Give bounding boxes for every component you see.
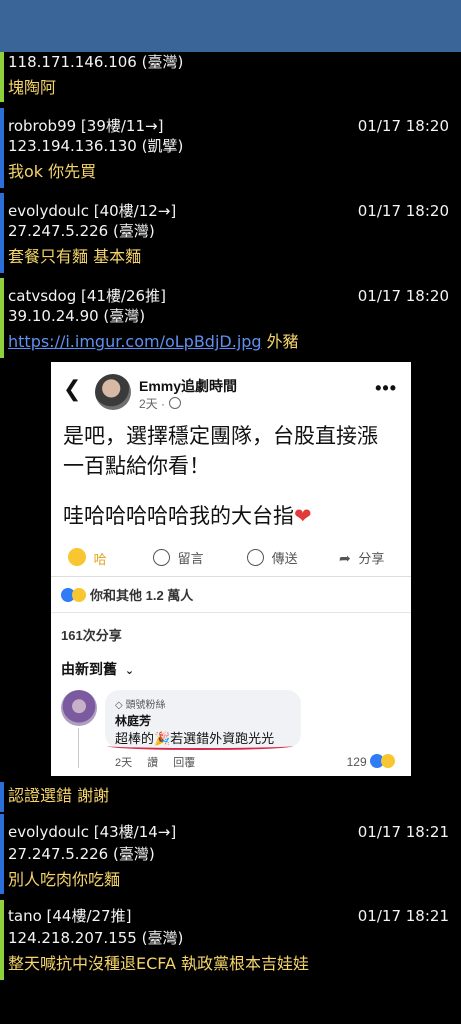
image-link[interactable]: https://i.imgur.com/oLpBdjD.jpg: [8, 332, 262, 351]
divider: [51, 612, 411, 613]
list-item[interactable]: evolydoulc [43樓/14→] 01/17 18:21 27.247.…: [0, 814, 461, 894]
comment-text: 套餐只有麵 基本麵: [8, 247, 142, 266]
comment-text: 認證選錯 謝謝: [8, 786, 110, 805]
top-app-bar: [0, 0, 461, 52]
ip-text: 118.171.146.106 (臺灣): [8, 53, 184, 71]
push-marker: [0, 900, 4, 980]
thread-line: [78, 728, 79, 768]
timestamp: 01/17 18:21: [357, 907, 449, 925]
comment-bubble-icon: [153, 549, 170, 566]
avatar: [95, 374, 131, 410]
back-arrow-icon: ❮: [63, 376, 82, 401]
ip-text: 27.247.5.226 (臺灣): [8, 845, 155, 863]
sort-label: 由新到舊 ⌄: [61, 661, 135, 677]
push-marker: [0, 782, 4, 812]
haha-action: 哈: [68, 548, 107, 568]
author-text[interactable]: evolydoulc [40樓/12→]: [8, 201, 176, 221]
fb-post-header: ❮ Emmy追劇時間 2天 · •••: [51, 362, 411, 420]
fb-post-text: 是吧，選擇穩定團隊，台股直接漲 一百點給你看！: [63, 425, 378, 478]
comment-line: https://i.imgur.com/oLpBdjD.jpg 外豬: [8, 332, 299, 352]
timestamp: 01/17 18:20: [357, 202, 449, 220]
embedded-image[interactable]: ❮ Emmy追劇時間 2天 · ••• 是吧，選擇穩定團隊，台股直接漲 一百點給…: [51, 362, 411, 776]
author-text[interactable]: catvsdog [41樓/26推]: [8, 286, 166, 306]
haha-icon: [72, 588, 86, 602]
fan-badge: ◇ 頭號粉絲: [115, 700, 166, 711]
page-name: Emmy追劇時間: [139, 378, 238, 394]
list-item[interactable]: tano [44樓/27推] 01/17 18:21 124.218.207.1…: [0, 900, 461, 980]
comment-reaction-count: 129: [347, 754, 399, 769]
send-action: 傳送: [247, 548, 298, 567]
more-icon: •••: [375, 378, 397, 398]
comment-text: 外豬: [266, 332, 299, 351]
commenter-name: 林庭芳: [115, 714, 152, 728]
list-item[interactable]: evolydoulc [40樓/12→] 01/17 18:20 27.247.…: [0, 193, 461, 273]
author-text[interactable]: evolydoulc [43樓/14→]: [8, 822, 176, 842]
comment-text: 塊陶阿: [8, 78, 57, 97]
fb-post-text-2: 哇哈哈哈哈哈我的大台指❤: [63, 502, 312, 532]
timestamp: 01/17 18:20: [357, 117, 449, 135]
post-time: 2天 ·: [139, 395, 182, 412]
share-arrow-icon: ➦: [339, 550, 351, 566]
haha-emoji-icon: [68, 548, 86, 566]
timestamp: 01/17 18:20: [357, 287, 449, 305]
reaction-summary: 你和其他 1.2 萬人: [61, 585, 193, 604]
ip-text: 123.194.136.130 (凱擘): [8, 137, 184, 155]
share-action: ➦ 分享: [339, 550, 385, 566]
push-marker: [0, 193, 4, 273]
globe-icon: [169, 397, 182, 409]
list-item[interactable]: catvsdog [41樓/26推] 01/17 18:20 39.10.24.…: [0, 278, 461, 358]
messenger-icon: [247, 549, 264, 566]
push-marker: [0, 814, 4, 894]
author-text[interactable]: robrob99 [39樓/11→]: [8, 116, 163, 136]
commenter-avatar: [61, 690, 97, 726]
comment-footer: 2天 讚 回覆: [115, 757, 196, 769]
haha-icon: [381, 754, 395, 768]
timestamp: 01/17 18:21: [357, 823, 449, 841]
ip-text: 27.247.5.226 (臺灣): [8, 222, 155, 240]
ip-text: 124.218.207.155 (臺灣): [8, 929, 184, 947]
push-marker: [0, 278, 4, 358]
list-item[interactable]: robrob99 [39樓/11→] 01/17 18:20 123.194.1…: [0, 108, 461, 188]
comment-action: 留言: [153, 548, 204, 567]
ip-text: 39.10.24.90 (臺灣): [8, 307, 146, 325]
push-marker: [0, 52, 4, 102]
comment-text: 我ok 你先買: [8, 162, 97, 181]
red-underline: [107, 742, 293, 750]
push-marker: [0, 108, 4, 188]
fb-action-bar: 哈 留言 傳送 ➦ 分享: [51, 542, 411, 577]
comment-text: 別人吃肉你吃麵: [8, 870, 121, 889]
share-count: 161次分享: [61, 628, 122, 643]
list-item[interactable]: 認證選錯 謝謝: [0, 782, 461, 812]
heart-icon: ❤: [294, 505, 312, 528]
comment-text: 整天喊抗中沒種退ECFA 執政黨根本吉娃娃: [8, 954, 310, 973]
list-item[interactable]: 118.171.146.106 (臺灣) 塊陶阿: [0, 52, 461, 102]
comment-bubble: ◇ 頭號粉絲 林庭芳 超棒的🎉若選錯外資跑光光: [105, 690, 301, 748]
chevron-down-icon: ⌄: [124, 665, 135, 677]
author-text[interactable]: tano [44樓/27推]: [8, 906, 131, 926]
